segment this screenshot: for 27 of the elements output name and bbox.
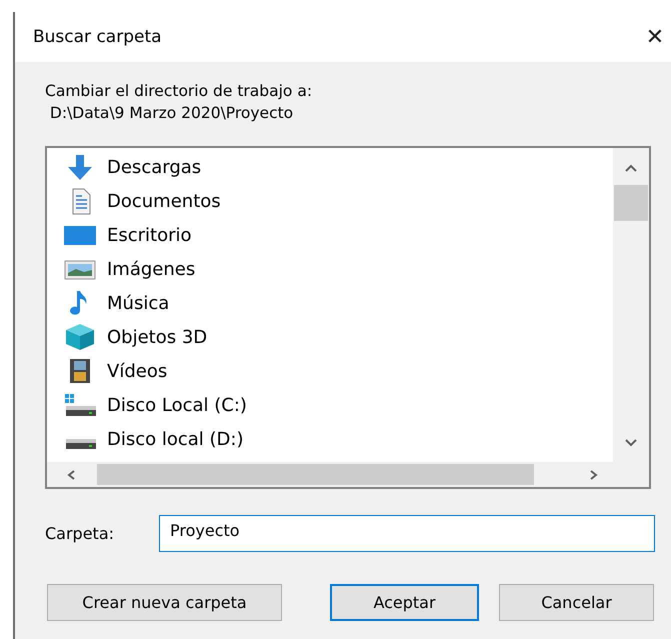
scroll-up-icon[interactable] xyxy=(624,163,638,173)
horizontal-scrollbar[interactable] xyxy=(47,462,649,487)
folder-input[interactable]: Proyecto xyxy=(159,515,655,552)
new-folder-button[interactable]: Crear nueva carpeta xyxy=(47,584,282,621)
tree-item[interactable]: Vídeos xyxy=(107,360,168,382)
close-button[interactable]: ✕ xyxy=(637,19,671,55)
vertical-scrollbar[interactable] xyxy=(613,148,649,462)
tree-item[interactable]: Documentos xyxy=(107,190,221,212)
cancel-button[interactable]: Cancelar xyxy=(499,584,654,621)
scrollbar-thumb[interactable] xyxy=(614,185,648,221)
scrollbar-thumb[interactable] xyxy=(97,464,534,485)
window-title: Buscar carpeta xyxy=(33,27,162,47)
folder-label: Carpeta: xyxy=(45,524,116,543)
drive-icon xyxy=(63,391,97,419)
cube-icon xyxy=(63,323,97,351)
accept-button[interactable]: Aceptar xyxy=(330,584,479,621)
tree-item[interactable]: Disco local (D:) xyxy=(107,428,244,450)
description-text: Cambiar el directorio de trabajo a: xyxy=(45,81,314,102)
tree-item[interactable]: Objetos 3D xyxy=(107,326,208,348)
tree-item[interactable]: Descargas xyxy=(107,156,202,178)
drive-icon xyxy=(66,439,96,449)
tree-item[interactable]: Música xyxy=(107,292,170,314)
tree-item[interactable]: Escritorio xyxy=(107,224,192,246)
scroll-down-icon[interactable] xyxy=(624,438,638,448)
tree-item[interactable]: Imágenes xyxy=(107,258,196,280)
tree-item[interactable]: Disco Local (C:) xyxy=(107,394,247,416)
path-text: D:\Data\9 Marzo 2020\Proyecto xyxy=(48,103,294,124)
